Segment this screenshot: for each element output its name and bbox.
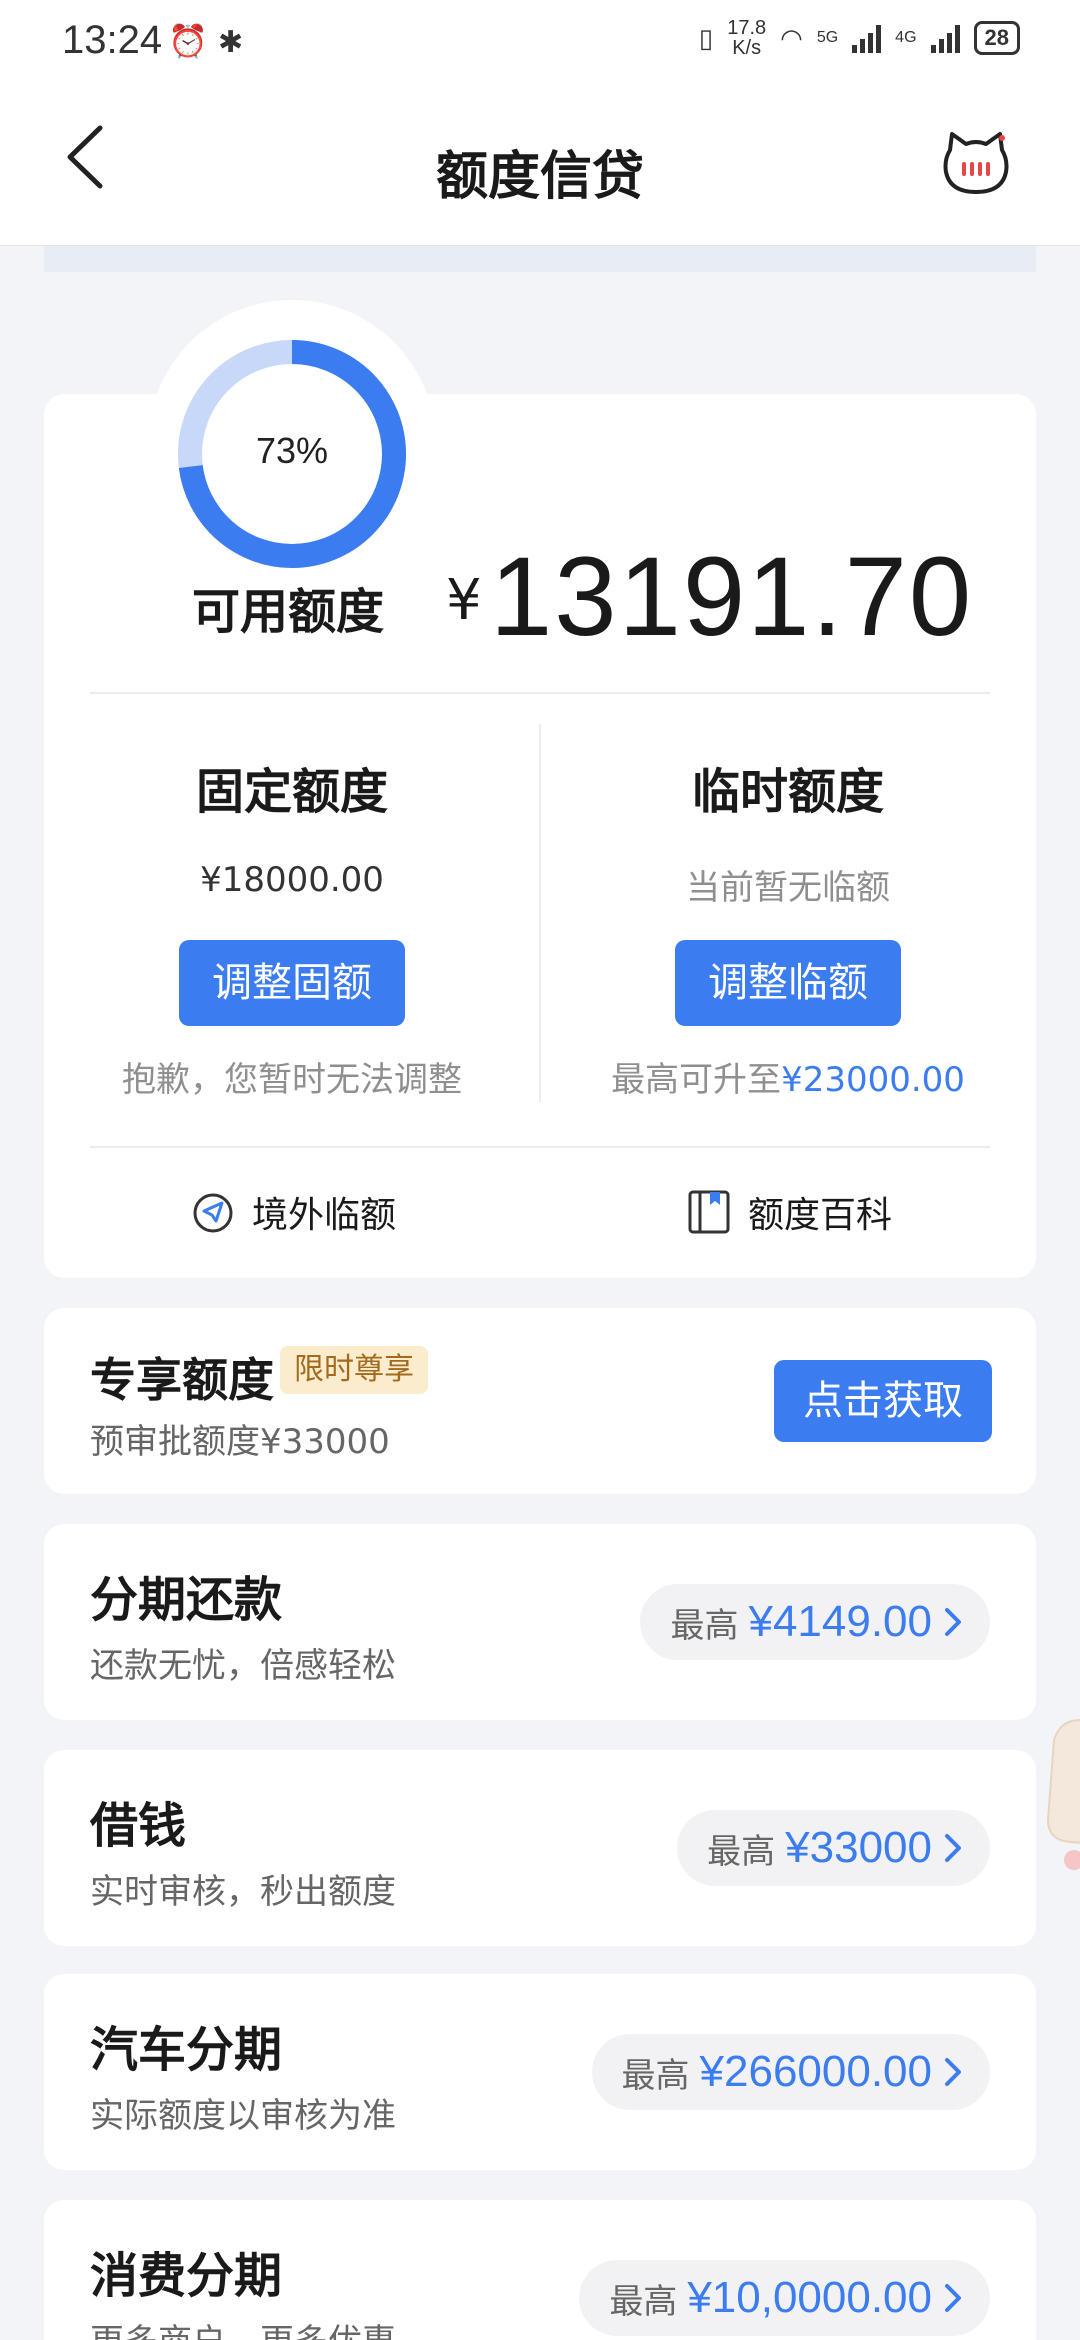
product-card-car-installment[interactable]: 汽车分期 实际额度以审核为准 最高 ¥266000.00 (44, 1974, 1036, 2170)
temp-quota-note: 最高可升至¥23000.00 (611, 1060, 965, 1100)
divider-vertical (539, 724, 541, 1102)
product-subtitle: 更多商户，更多优惠 (90, 2314, 396, 2340)
exclusive-subtitle: 预审批额度¥33000 (90, 1422, 390, 1462)
temp-quota-status: 当前暂无临额 (686, 868, 890, 908)
available-currency: ¥ (446, 568, 482, 633)
page-title: 额度信贷 (435, 147, 644, 207)
product-subtitle: 实际额度以审核为准 (90, 2096, 396, 2136)
status-time: 13:24 (62, 18, 163, 62)
bluetooth-icon: ✱ (218, 25, 244, 60)
temp-quota-max: ¥23000.00 (781, 1060, 965, 1100)
product-title: 分期还款 (90, 1572, 283, 1628)
product-subtitle: 还款无忧，倍感轻松 (90, 1646, 396, 1686)
fixed-quota-title: 固定额度 (195, 764, 388, 820)
divider (90, 692, 990, 694)
mascot-button[interactable] (942, 130, 1010, 196)
limited-time-badge: 限时尊享 (280, 1346, 428, 1394)
usage-percent: 73% (255, 430, 329, 471)
signal-bars-icon-2 (930, 23, 960, 53)
wifi-icon: ◠ (780, 22, 803, 53)
divider (90, 1146, 990, 1148)
quota-wiki-link[interactable]: 额度百科 (686, 1186, 892, 1238)
fixed-quota-amount: ¥18000.00 (200, 860, 384, 900)
product-max-pill[interactable]: 最高 ¥10,0000.00 (579, 2260, 990, 2336)
chevron-right-icon (945, 1834, 961, 1862)
product-max-pill[interactable]: 最高 ¥33000 (677, 1810, 990, 1886)
banner-strip (44, 246, 1036, 272)
cat-mascot-icon (943, 132, 1009, 194)
available-amount: 13191.70 (490, 534, 974, 659)
chevron-right-icon (945, 2284, 961, 2312)
signal-label-5g: 5G (816, 29, 839, 46)
product-title: 借钱 (90, 1798, 187, 1854)
overseas-quota-link[interactable]: 境外临额 (190, 1186, 396, 1238)
product-subtitle: 实时审核，秒出额度 (90, 1872, 396, 1912)
book-icon (688, 1190, 730, 1234)
chevron-right-icon (945, 1608, 961, 1636)
nav-bar: 额度信贷 (0, 82, 1080, 246)
product-card-borrow[interactable]: 借钱 实时审核，秒出额度 最高 ¥33000 (44, 1750, 1036, 1946)
chevron-right-icon (945, 2058, 961, 2086)
signal-label-4g: 4G (895, 29, 917, 46)
alarm-icon: ⏰ (168, 22, 208, 60)
product-max-amount: ¥266000.00 (699, 2047, 932, 2096)
product-max-pill[interactable]: 最高 ¥4149.00 (640, 1584, 990, 1660)
product-max-amount: ¥33000 (785, 1823, 932, 1872)
vibrate-icon: ▯ (698, 22, 714, 53)
floating-assistant-widget[interactable] (1040, 1700, 1080, 1870)
product-title: 消费分期 (90, 2248, 283, 2304)
fixed-quota-note: 抱歉，您暂时无法调整 (122, 1060, 462, 1100)
adjust-fixed-button[interactable]: 调整固额 (179, 940, 405, 1026)
status-bar: 13:24 ⏰ ✱ ▯ 17.8 K/s ◠ 5G 4G 28 (0, 0, 1080, 82)
exclusive-title: 专享额度 (90, 1353, 274, 1407)
status-left-icons: ⏰ ✱ (168, 22, 243, 60)
exclusive-quota-card: 专享额度 限时尊享 预审批额度¥33000 点击获取 (44, 1308, 1036, 1494)
globe-plane-icon (193, 1193, 233, 1233)
battery-icon: 28 (973, 21, 1020, 55)
product-card-installment-repay[interactable]: 分期还款 还款无忧，倍感轻松 最高 ¥4149.00 (44, 1524, 1036, 1720)
product-max-pill[interactable]: 最高 ¥266000.00 (591, 2034, 990, 2110)
adjust-temp-button[interactable]: 调整临额 (675, 940, 901, 1026)
temp-quota-title: 临时额度 (691, 764, 884, 820)
status-right-icons: ▯ 17.8 K/s ◠ 5G 4G 28 (699, 18, 1020, 58)
signal-bars-icon (852, 23, 882, 53)
product-max-amount: ¥4149.00 (748, 1597, 932, 1646)
network-speed: 17.8 K/s (727, 17, 767, 59)
get-quota-button[interactable]: 点击获取 (774, 1360, 992, 1442)
available-label: 可用额度 (192, 584, 385, 640)
product-title: 汽车分期 (90, 2022, 283, 2078)
product-card-consumer-installment[interactable]: 消费分期 更多商户，更多优惠 最高 ¥10,0000.00 (44, 2200, 1036, 2340)
product-max-amount: ¥10,0000.00 (687, 2273, 932, 2322)
